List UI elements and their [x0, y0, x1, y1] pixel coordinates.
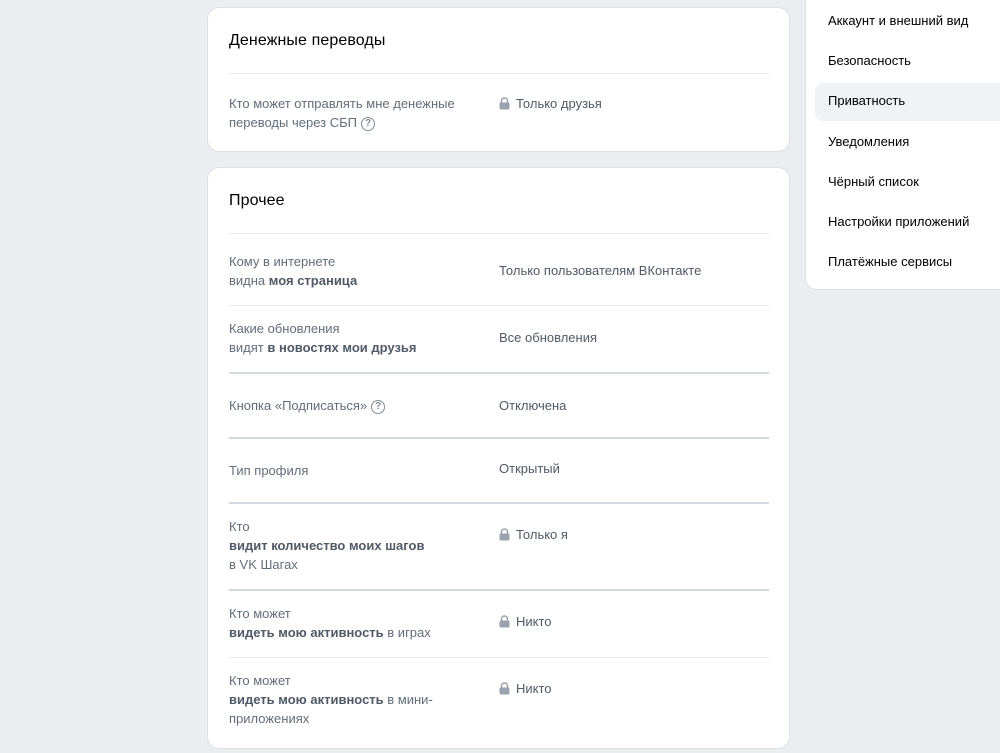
divider — [229, 502, 769, 504]
setting-label: Какие обновления видят в новостях мои др… — [229, 319, 489, 357]
setting-label-text: Какие обновления — [229, 321, 340, 336]
question-circle-icon[interactable]: ? — [361, 116, 375, 131]
money-transfers-title: Денежные переводы — [229, 32, 386, 49]
setting-value-text: Только пользователям ВКонтакте — [499, 263, 702, 278]
setting-label-text: Кто может — [229, 673, 291, 688]
money-transfers-card: Денежные переводы Кто может отправлять м… — [207, 7, 790, 152]
divider — [229, 589, 769, 591]
nav-item-app-settings[interactable]: Настройки приложений — [815, 204, 1000, 242]
setting-label-text: Тип профиля — [229, 463, 309, 478]
setting-value-text: Только я — [516, 527, 568, 542]
nav-item-label: Уведомления — [828, 134, 910, 149]
setting-label-text: в играх — [383, 625, 431, 640]
divider — [229, 657, 769, 658]
nav-item-blacklist[interactable]: Чёрный список — [815, 164, 1000, 202]
setting-label-emphasis: видеть мою активность — [229, 692, 384, 707]
setting-row-profile-type: Тип профиля Открытый — [229, 461, 769, 483]
settings-nav-menu: Аккаунт и внешний вид Безопасность Прива… — [805, 0, 1000, 290]
divider — [229, 372, 769, 374]
setting-row-news-updates: Какие обновления видят в новостях мои др… — [229, 319, 769, 359]
setting-value-miniapps-activity[interactable]: Никто — [499, 679, 552, 698]
setting-value-page-visibility[interactable]: Только пользователям ВКонтакте — [499, 261, 701, 280]
settings-page: Денежные переводы Кто может отправлять м… — [0, 0, 1000, 753]
setting-label-emphasis: видит количество моих шагов — [229, 538, 425, 553]
setting-value-text: Открытый — [499, 461, 560, 476]
lock-icon — [499, 528, 510, 541]
setting-label: Кто может видеть мою активность в играх — [229, 604, 489, 642]
nav-item-privacy[interactable]: Приватность — [815, 83, 1000, 121]
setting-label-text: видят — [229, 340, 268, 355]
setting-label-emphasis: видеть мою активность — [229, 625, 384, 640]
setting-label-text: видна — [229, 273, 269, 288]
setting-row-page-visibility: Кому в интернете видна моя страница Толь… — [229, 252, 769, 292]
setting-value-vk-steps[interactable]: Только я — [499, 525, 568, 544]
setting-value-text: Никто — [516, 614, 552, 629]
divider — [229, 73, 769, 74]
setting-row-sbp-transfers: Кто может отправлять мне денежные перево… — [229, 94, 769, 134]
nav-item-label: Настройки приложений — [828, 214, 970, 229]
setting-value-text: Отключена — [499, 398, 567, 413]
other-settings-title: Прочее — [229, 192, 285, 209]
nav-item-label: Аккаунт и внешний вид — [828, 13, 969, 28]
setting-label-emphasis: моя страница — [268, 273, 358, 288]
setting-label: Кто может видеть мою активность в мини- … — [229, 671, 489, 728]
lock-icon — [499, 682, 510, 695]
nav-item-security[interactable]: Безопасность — [815, 43, 1000, 81]
setting-label: Кто видит количество моих шагов в VK Шаг… — [229, 517, 489, 574]
question-circle-icon[interactable]: ? — [371, 399, 386, 414]
setting-label-emphasis: в новостях мои друзья — [267, 340, 417, 355]
setting-label-text: Кто — [229, 519, 250, 534]
setting-value-text: Все обновления — [499, 330, 598, 345]
setting-label-text: приложениях — [229, 711, 310, 726]
nav-item-notifications[interactable]: Уведомления — [815, 124, 1000, 162]
setting-value-text: Никто — [516, 681, 552, 696]
setting-label: Тип профиля — [229, 461, 489, 480]
divider — [229, 305, 769, 306]
setting-value-text: Только друзья — [516, 96, 602, 111]
lock-icon — [499, 97, 510, 110]
divider — [229, 233, 769, 234]
setting-row-miniapps-activity: Кто может видеть мою активность в мини- … — [229, 671, 769, 731]
setting-label-text: Кому в интернете — [229, 254, 336, 269]
setting-label-text: в мини- — [383, 692, 433, 707]
nav-item-account[interactable]: Аккаунт и внешний вид — [815, 3, 1000, 41]
other-settings-card: Прочее Кому в интернете видна моя страни… — [207, 167, 790, 749]
setting-label-text: Кто может — [229, 606, 291, 621]
setting-value-sbp-transfers[interactable]: Только друзья — [499, 94, 602, 113]
nav-item-payment-services[interactable]: Платёжные сервисы — [815, 244, 1000, 282]
setting-label-text: в VK Шагах — [229, 557, 298, 572]
setting-row-vk-steps: Кто видит количество моих шагов в VK Шаг… — [229, 517, 769, 577]
setting-label-text: Кто может отправлять мне денежные перево… — [229, 96, 455, 130]
setting-label: Кнопка «Подписаться»? — [229, 396, 489, 415]
lock-icon — [499, 615, 510, 628]
nav-item-label: Безопасность — [828, 53, 911, 68]
setting-label: Кому в интернете видна моя страница — [229, 252, 489, 290]
setting-row-subscribe-button: Кнопка «Подписаться»? Отключена — [229, 396, 769, 418]
setting-value-games-activity[interactable]: Никто — [499, 612, 552, 631]
setting-value-news-updates[interactable]: Все обновления — [499, 328, 597, 347]
setting-label-text: Кнопка «Подписаться» — [229, 398, 368, 413]
nav-item-label: Приватность — [828, 93, 906, 108]
setting-value-subscribe-button[interactable]: Отключена — [499, 396, 566, 415]
nav-item-label: Чёрный список — [828, 174, 919, 189]
setting-label: Кто может отправлять мне денежные перево… — [229, 94, 489, 132]
setting-value-profile-type[interactable]: Открытый — [499, 459, 560, 478]
setting-row-games-activity: Кто может видеть мою активность в играх … — [229, 604, 769, 644]
nav-item-label: Платёжные сервисы — [828, 254, 953, 269]
divider — [229, 437, 769, 439]
